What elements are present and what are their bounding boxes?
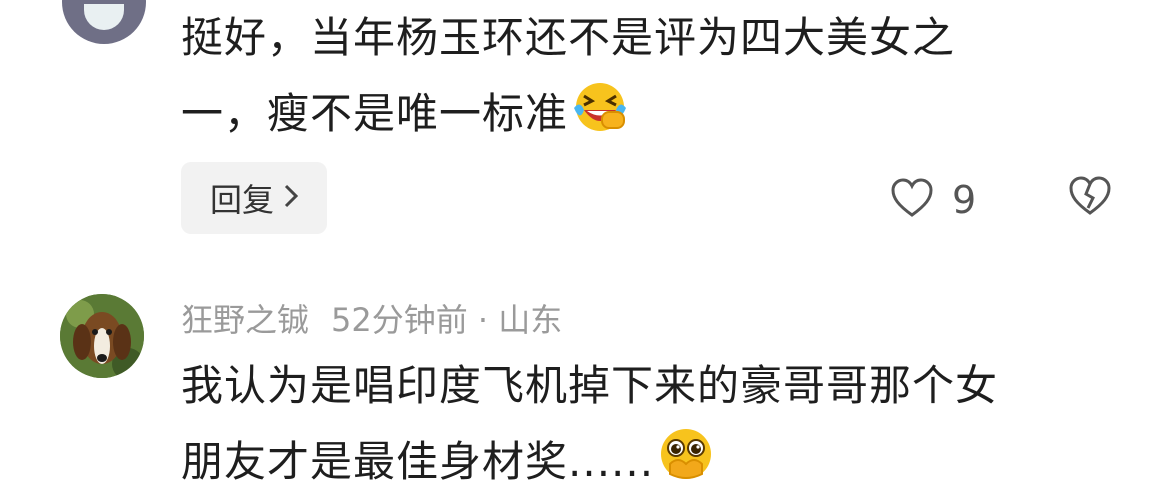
comment-text: 朋友才是最佳身材奖......	[181, 437, 655, 486]
chevron-right-icon	[284, 181, 299, 216]
laughing-crying-emoji-icon	[570, 80, 628, 150]
comment-text-line: 我认为是唱印度飞机掉下来的豪哥哥那个女	[181, 361, 999, 410]
avatar[interactable]	[62, 0, 146, 44]
pleading-face-emoji-icon	[656, 426, 716, 498]
comment-text-line: 挺好，当年杨玉环还不是评为四大美女之	[181, 13, 956, 62]
location: 山东	[498, 301, 563, 339]
timestamp: 52分钟前 · 山东	[331, 295, 562, 341]
comment-text: 一，瘦不是唯一标准	[181, 89, 569, 138]
avatar[interactable]	[60, 294, 144, 378]
reply-button[interactable]: 回复	[181, 162, 327, 234]
reply-label: 回复	[209, 181, 274, 219]
username[interactable]: 狂野之铖	[181, 295, 309, 341]
comment-meta: 狂野之铖 52分钟前 · 山东	[181, 296, 562, 340]
comment-text-line-2: 一，瘦不是唯一标准	[181, 80, 628, 150]
heart-icon	[890, 178, 934, 222]
like-button[interactable]: 9	[890, 176, 976, 224]
time-text: 52分钟前	[331, 301, 468, 339]
like-count: 9	[952, 178, 977, 222]
broken-heart-icon	[1068, 176, 1112, 220]
comment-text-line-2: 朋友才是最佳身材奖......	[181, 426, 716, 498]
dislike-button[interactable]	[1068, 176, 1112, 220]
separator: ·	[477, 301, 489, 339]
